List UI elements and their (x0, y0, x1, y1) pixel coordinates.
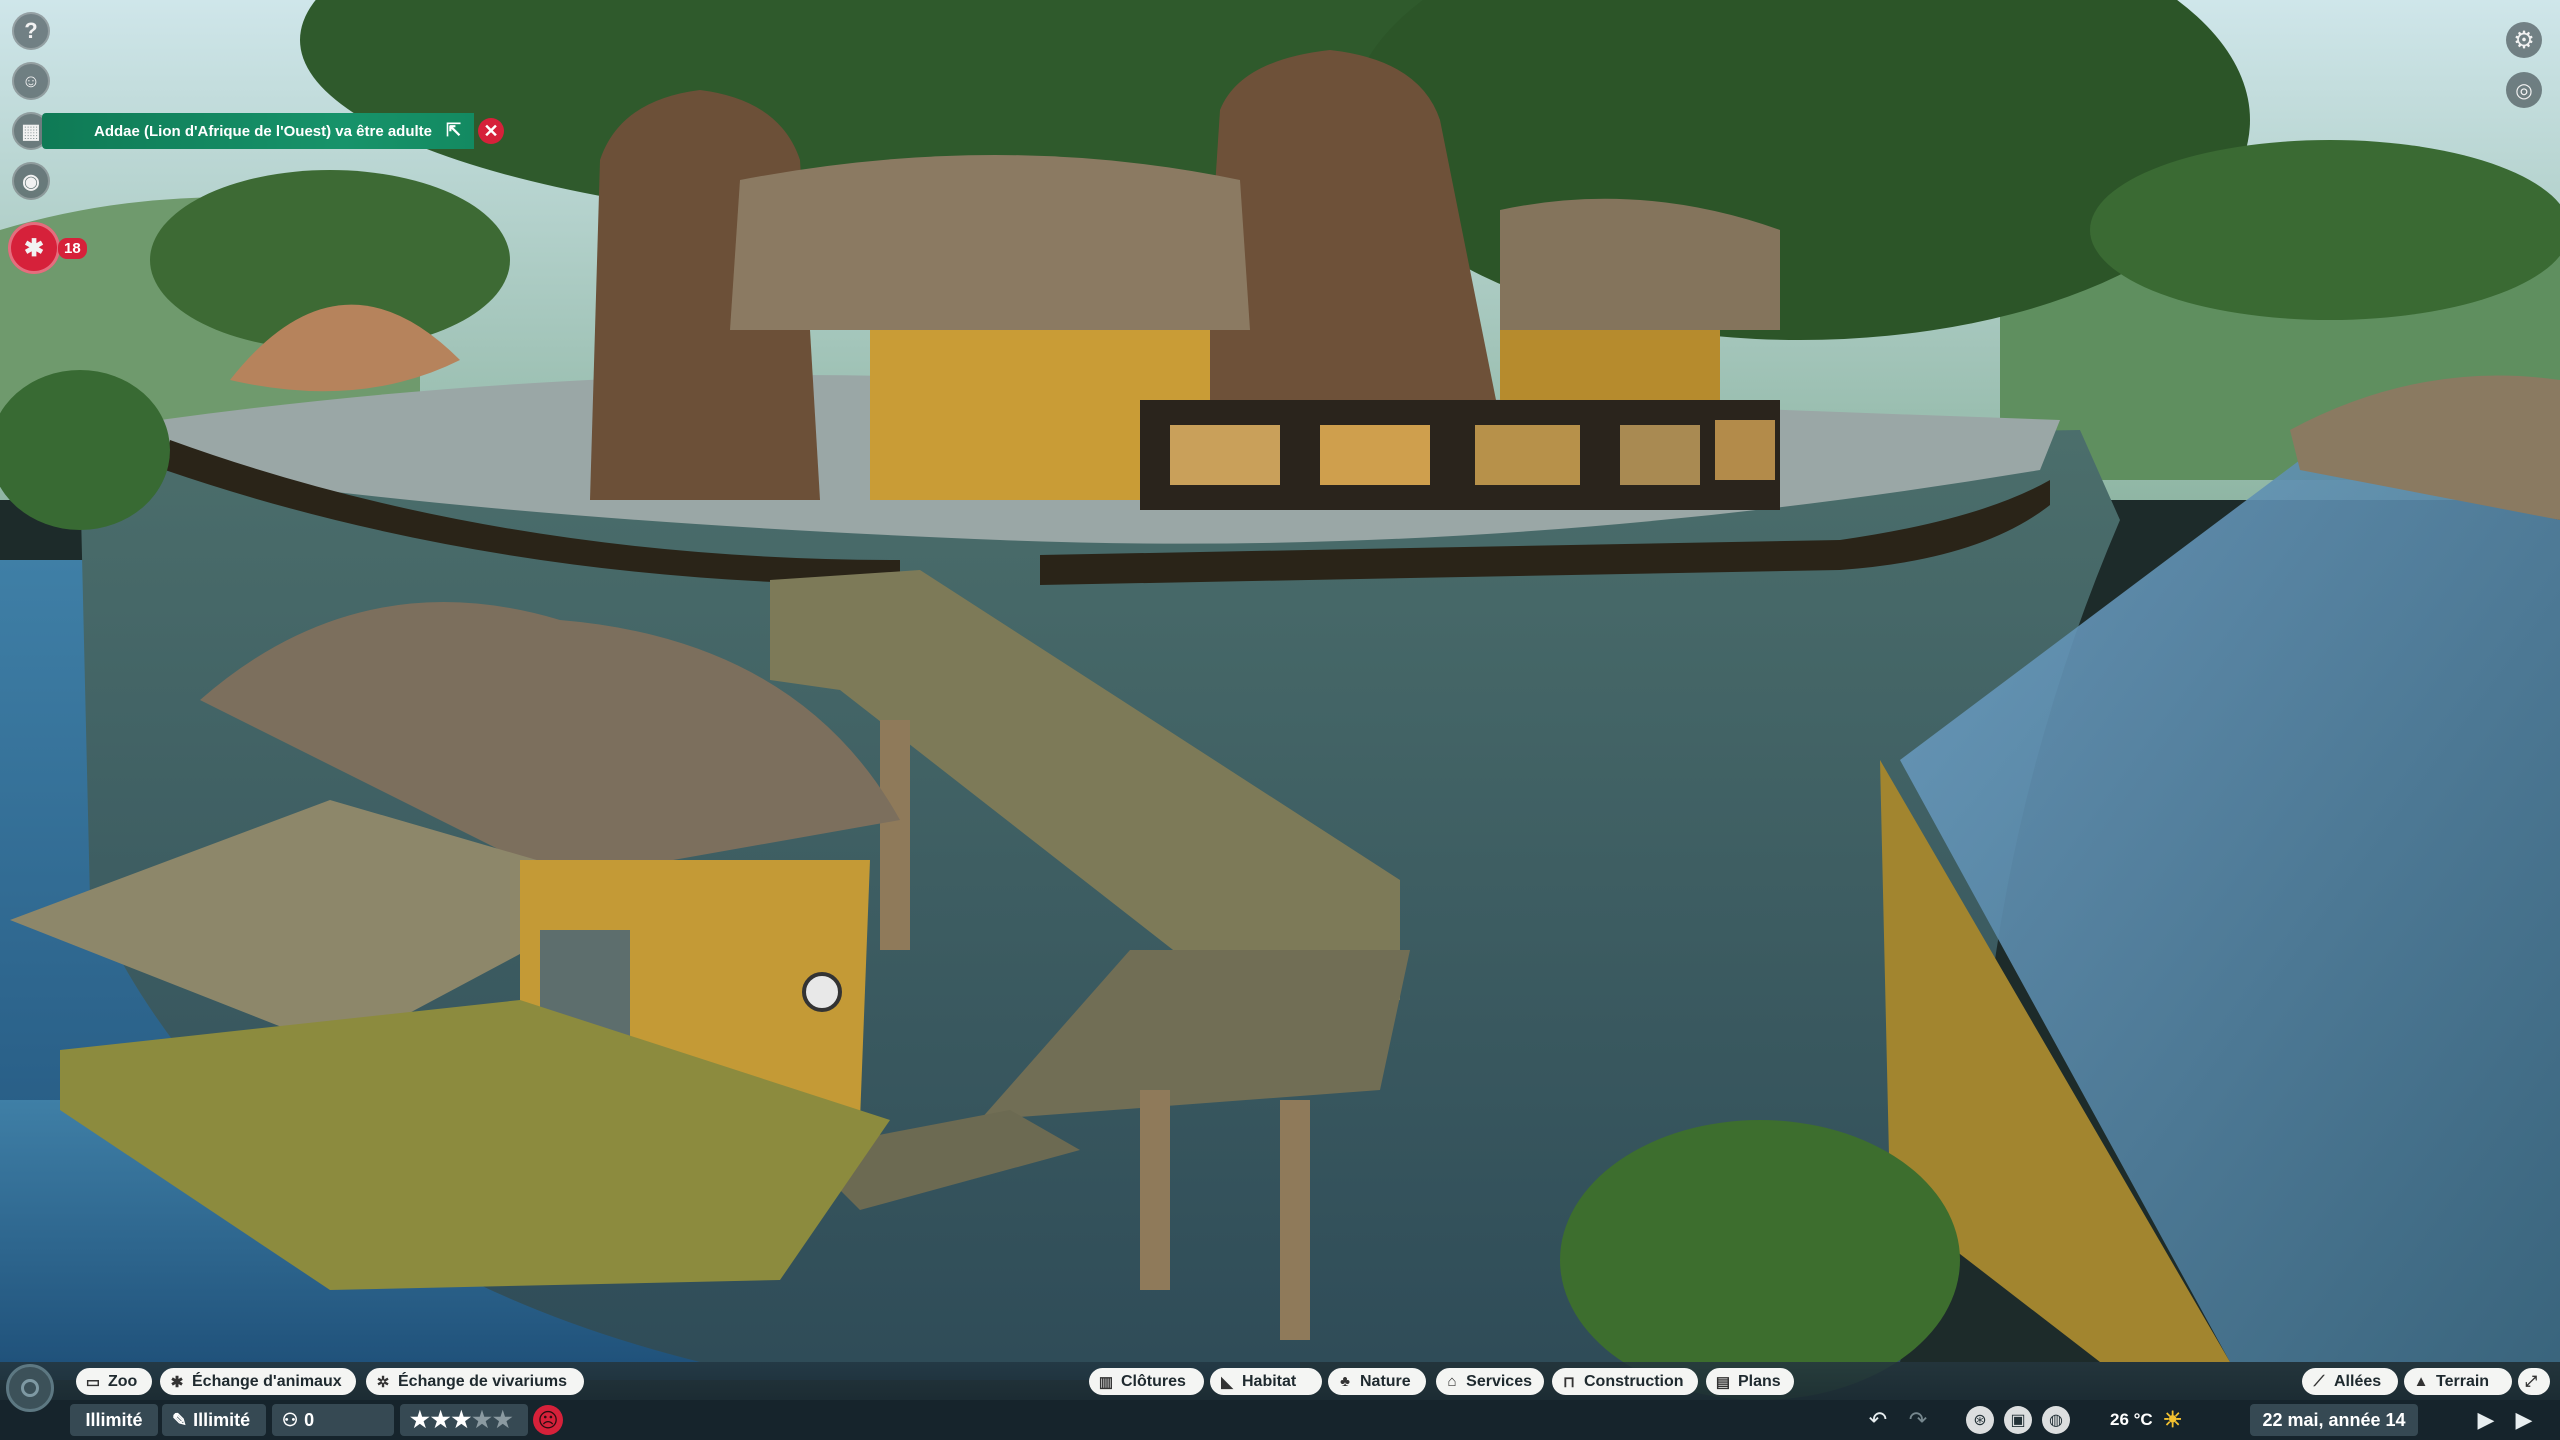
eye-icon[interactable]: ◉ (12, 162, 50, 200)
construction-button[interactable]: ⊓ Construction (1552, 1368, 1698, 1395)
construction-icon: ⊓ (1563, 1373, 1575, 1391)
blueprint-icon: ▤ (1715, 1373, 1731, 1391)
zoo-scene (0, 0, 2560, 1400)
habitat-label: Habitat (1242, 1372, 1297, 1390)
construction-label: Construction (1584, 1372, 1684, 1390)
sun-icon: ☀ (2162, 1407, 2183, 1432)
date-value: 22 mai, année 14 (2262, 1409, 2406, 1430)
nature-label: Nature (1360, 1372, 1411, 1390)
plans-button[interactable]: ▤ Plans (1706, 1368, 1794, 1395)
zoo-label: Zoo (108, 1372, 138, 1390)
terrain-label: Terrain (2436, 1372, 2490, 1390)
rating-stars: ★★★★★ (410, 1407, 514, 1432)
services-button[interactable]: ⌂ Services (1436, 1368, 1544, 1395)
weather-display: 26 °C ☀ (2110, 1404, 2182, 1436)
services-label: Services (1466, 1372, 1532, 1390)
zoo-button[interactable]: ▭ Zoo (76, 1368, 152, 1395)
animal-alert-count: 18 (58, 238, 87, 259)
vivarium-icon: ✲ (376, 1373, 390, 1391)
open-external-icon[interactable]: ⇱ (446, 120, 466, 140)
notification-close-button[interactable]: ✕ (478, 118, 504, 144)
fences-button[interactable]: ▥ Clôtures (1089, 1368, 1204, 1395)
paw-icon[interactable]: ✱ (8, 222, 60, 274)
undo-icon[interactable]: ↶ (1864, 1406, 1892, 1434)
terrain-icon: ▲ (2413, 1373, 2429, 1390)
home-button[interactable] (6, 1364, 54, 1412)
paths-button[interactable]: ⟋ Allées (2302, 1368, 2398, 1395)
zookeeper-icon[interactable]: ☺ (12, 62, 50, 100)
fences-label: Clôtures (1121, 1372, 1186, 1390)
research-value: Illimité (193, 1409, 251, 1430)
animal-exchange-label: Échange d'animaux (192, 1372, 342, 1390)
plans-label: Plans (1738, 1372, 1781, 1390)
mood-sad-icon[interactable]: ☹ (533, 1405, 563, 1435)
vivarium-exchange-button[interactable]: ✲ Échange de vivariums (366, 1368, 584, 1395)
tree-icon: ♣ (1340, 1373, 1350, 1390)
fast-forward-icon[interactable]: ▶ (2510, 1406, 2538, 1434)
fence-icon: ▥ (1098, 1373, 1114, 1391)
money-value: Illimité (85, 1409, 143, 1430)
toolbar-more-button[interactable]: ⤢ (2518, 1368, 2550, 1395)
notification-banner[interactable]: Addae (Lion d'Afrique de l'Ouest) va êtr… (42, 113, 474, 149)
gear-icon[interactable]: ⚙ (2506, 22, 2542, 58)
path-icon: ⟋ (2313, 1373, 2325, 1390)
paths-label: Allées (2334, 1372, 2382, 1390)
money-display[interactable]: Illimité (70, 1404, 158, 1436)
photo-mode-icon[interactable]: ◍ (2042, 1406, 2070, 1434)
shop-icon: ⌂ (1447, 1373, 1457, 1390)
expand-icon: ⤢ (2524, 1373, 2537, 1390)
terrain-button[interactable]: ▲ Terrain (2404, 1368, 2512, 1395)
paw-icon: ✱ (170, 1373, 184, 1391)
guests-value: 0 (304, 1409, 315, 1430)
tablet-icon: ▭ (85, 1373, 101, 1391)
redo-icon[interactable]: ↷ (1904, 1406, 1932, 1434)
play-icon[interactable]: ▶ (2472, 1406, 2500, 1434)
help-icon[interactable]: ? (12, 12, 50, 50)
notification-message: Addae (Lion d'Afrique de l'Ouest) va êtr… (94, 122, 433, 140)
animal-exchange-button[interactable]: ✱ Échange d'animaux (160, 1368, 356, 1395)
guests-icon: ⚇ (282, 1409, 299, 1430)
guests-display[interactable]: ⚇ 0 (272, 1404, 394, 1436)
camera-icon[interactable]: ▣ (2004, 1406, 2032, 1434)
habitat-button[interactable]: ◣ Habitat (1210, 1368, 1322, 1395)
zoo-rating[interactable]: ★★★★★ (400, 1404, 528, 1436)
game-viewport[interactable] (0, 0, 2560, 1440)
nature-button[interactable]: ♣ Nature (1328, 1368, 1426, 1395)
research-icon: ✎ (172, 1409, 188, 1430)
research-display[interactable]: ✎ Illimité (162, 1404, 266, 1436)
vivarium-exchange-label: Échange de vivariums (398, 1372, 567, 1390)
visibility-icon[interactable]: ◎ (2506, 72, 2542, 108)
speed-icon[interactable]: ⊛ (1966, 1406, 1994, 1434)
temperature-value: 26 °C (2110, 1410, 2153, 1429)
habitat-icon: ◣ (1221, 1373, 1233, 1391)
date-display: 22 mai, année 14 (2250, 1404, 2418, 1436)
